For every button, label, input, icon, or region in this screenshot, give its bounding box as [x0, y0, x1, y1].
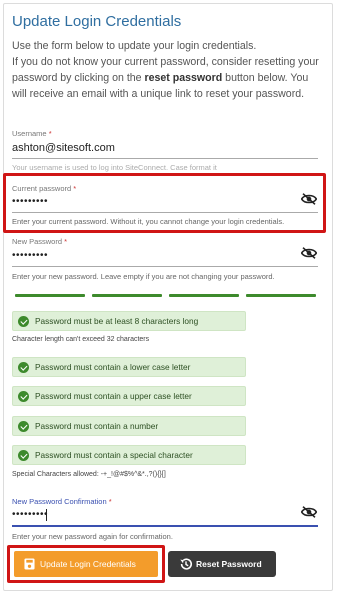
rule-text: Password must contain a special characte…	[35, 450, 193, 460]
new-password-label-text: New Password	[12, 237, 63, 246]
rule-text: Password must be at least 8 characters l…	[35, 316, 199, 326]
check-icon	[18, 391, 29, 402]
confirm-password-label-text: New Password Confirmation	[12, 497, 107, 506]
strength-segment	[246, 294, 316, 297]
new-password-hint: Enter your new password. Leave empty if …	[12, 272, 275, 281]
confirm-password-underline	[12, 525, 318, 527]
username-label-text: Username	[12, 129, 47, 138]
rule-text: Password must contain a lower case lette…	[35, 362, 191, 372]
rule-text: Password must contain a number	[35, 421, 159, 431]
username-label: Username *	[12, 129, 52, 138]
eye-off-icon[interactable]	[301, 247, 317, 259]
current-password-hint: Enter your current password. Without it,…	[12, 217, 285, 226]
intro-bold: reset password	[144, 72, 223, 84]
current-password-field[interactable]: •••••••••	[12, 196, 48, 207]
username-underline	[12, 158, 318, 159]
intro-line-1: Use the form below to update your login …	[12, 40, 257, 52]
confirm-password-hint: Enter your new password again for confir…	[12, 532, 173, 541]
current-password-label: Current password *	[12, 184, 76, 193]
current-password-label-text: Current password	[12, 184, 72, 193]
password-rule: Password must contain a special characte…	[12, 445, 246, 465]
username-hint: Your username is used to log into SiteCo…	[12, 163, 217, 172]
history-icon	[180, 558, 193, 570]
char-limit-note: Character length can't exceed 32 charact…	[12, 336, 150, 343]
update-button-label: Update Login Credentials	[40, 559, 136, 569]
new-password-label: New Password *	[12, 237, 67, 246]
rule-text: Password must contain a upper case lette…	[35, 391, 192, 401]
reset-password-button[interactable]: Reset Password	[168, 551, 276, 577]
password-rule: Password must contain a upper case lette…	[12, 386, 246, 406]
required-marker: *	[48, 129, 52, 138]
eye-off-icon[interactable]	[301, 193, 317, 205]
page-title: Update Login Credentials	[12, 13, 182, 30]
check-icon	[18, 421, 29, 432]
check-icon	[18, 450, 29, 461]
required-marker: *	[108, 497, 112, 506]
intro-text: Use the form below to update your login …	[12, 38, 322, 102]
text-cursor	[46, 509, 47, 521]
current-password-underline	[12, 212, 318, 213]
strength-segment	[169, 294, 239, 297]
username-field[interactable]: ashton@sitesoft.com	[12, 142, 115, 154]
check-icon	[18, 362, 29, 373]
confirm-password-label: New Password Confirmation *	[12, 497, 112, 506]
eye-off-icon[interactable]	[301, 506, 317, 518]
required-marker: *	[73, 184, 77, 193]
special-chars-note: Special Characters allowed: -+_!@#$%^&*.…	[12, 471, 166, 478]
strength-segment	[92, 294, 162, 297]
new-password-field[interactable]: •••••••••	[12, 250, 48, 261]
password-rule: Password must contain a lower case lette…	[12, 357, 246, 377]
check-icon	[18, 316, 29, 327]
password-rule: Password must contain a number	[12, 416, 246, 436]
reset-button-label: Reset Password	[196, 559, 262, 569]
new-password-underline	[12, 266, 318, 267]
save-icon	[24, 558, 35, 570]
confirm-password-field[interactable]: •••••••••	[12, 509, 48, 520]
required-marker: *	[64, 237, 68, 246]
update-credentials-button[interactable]: Update Login Credentials	[14, 551, 158, 577]
strength-segment	[15, 294, 85, 297]
password-rule: Password must be at least 8 characters l…	[12, 311, 246, 331]
